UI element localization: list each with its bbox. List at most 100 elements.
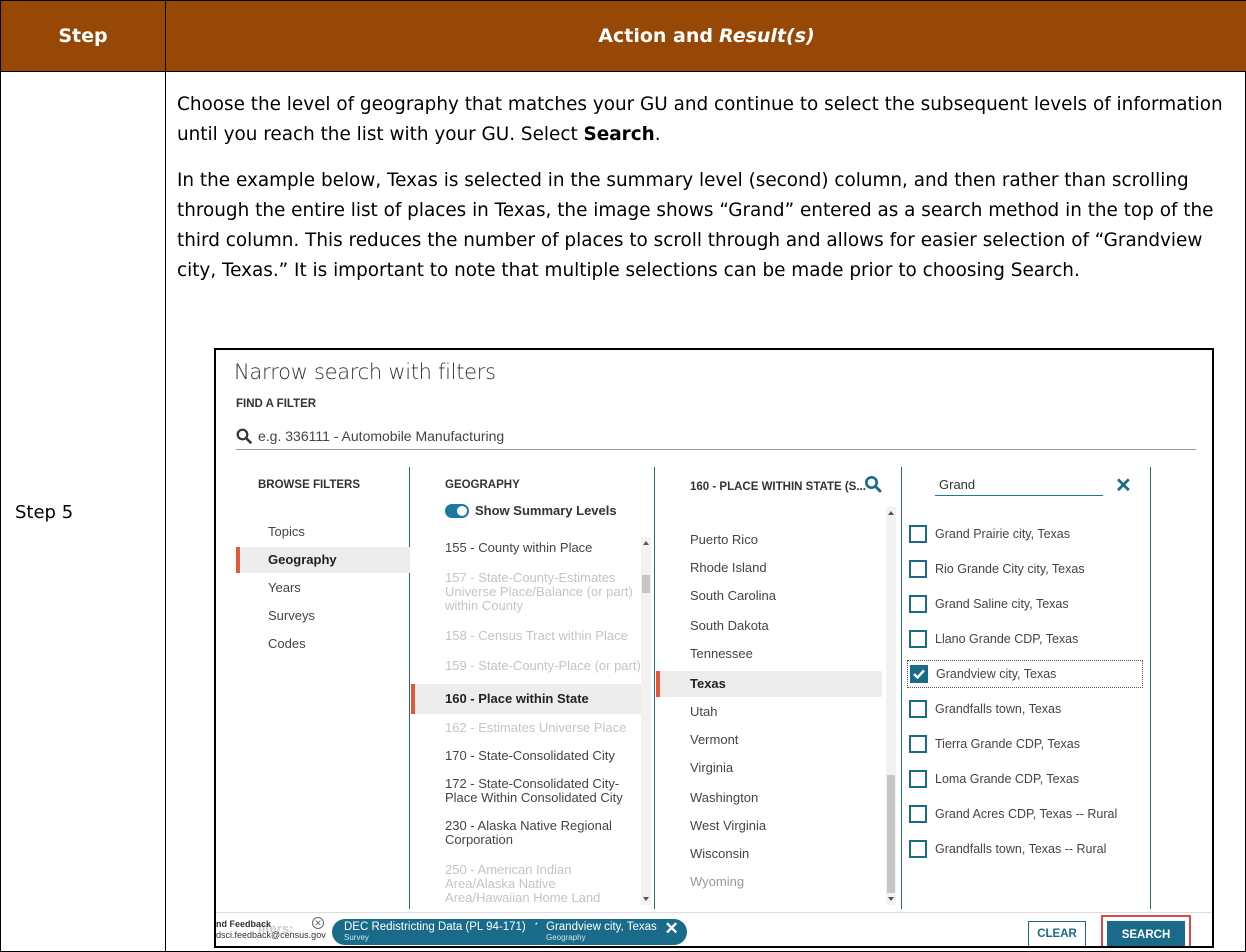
geography-scroll-thumb[interactable] [642,575,650,593]
browse-item-years[interactable]: Years [236,575,410,601]
table-header: Step Action and Result(s) [1,1,1246,71]
result-label: Rio Grande City city, Texas [935,562,1085,576]
result-label: Grandfalls town, Texas [935,702,1062,716]
checkbox[interactable] [909,560,927,578]
place-item[interactable]: Washington [656,785,882,811]
places-search-icon[interactable] [864,475,882,493]
browse-item-codes[interactable]: Codes [236,631,410,657]
summary-level-157[interactable]: 157 - State-County-Estimates Universe Pl… [411,571,641,613]
browse-item-geography[interactable]: Geography [236,547,410,573]
filter-screenshot: Narrow search with filters FIND A FILTER… [214,348,1214,948]
header-action: Action and Result(s) [166,1,1246,71]
result-item-grandview[interactable]: Grandview city, Texas [907,660,1143,688]
header-action-italic: Result(s) [719,25,815,47]
browse-filters-column: BROWSE FILTERS Topics Geography Years Su… [236,467,410,909]
place-item-texas[interactable]: Texas [656,671,882,697]
result-item[interactable]: Grandfalls town, Texas -- Rural [907,835,1143,863]
find-filter-label: FIND A FILTER [236,398,317,410]
browse-filters-heading: BROWSE FILTERS [258,479,361,491]
feedback-close-icon[interactable]: ✕ [312,917,324,929]
summary-levels-toggle[interactable]: Show Summary Levels [445,503,617,518]
place-item[interactable]: Tennessee [656,641,882,667]
para1-text: Choose the level of geography that match… [177,94,1223,145]
place-item[interactable]: Wisconsin [656,841,882,867]
result-item[interactable]: Grand Acres CDP, Texas -- Rural [907,800,1143,828]
browse-item-surveys[interactable]: Surveys [236,603,410,629]
summary-level-170[interactable]: 170 - State-Consolidated City [411,749,641,763]
feedback-link[interactable]: nd Feedback dsci.feedback@census.gov [216,919,326,941]
selected-filters-bar: ilters: nd Feedback dsci.feedback@census… [216,912,1212,946]
place-item[interactable]: South Carolina [656,583,882,609]
places-scrollbar[interactable] [886,507,896,905]
place-item[interactable]: Virginia [656,755,882,781]
toggle-label: Show Summary Levels [475,503,617,518]
result-item[interactable]: Grandfalls town, Texas [907,695,1143,723]
result-item[interactable]: Llano Grande CDP, Texas [907,625,1143,653]
place-item[interactable]: Utah [656,699,882,725]
panel-title: Narrow search with filters [234,360,496,384]
toggle-switch[interactable] [445,503,469,518]
result-item[interactable]: Tierra Grande CDP, Texas [907,730,1143,758]
checkbox[interactable] [909,840,927,858]
remove-chip-icon[interactable]: ✕ [665,920,679,937]
place-item[interactable]: South Dakota [656,613,882,639]
checkbox[interactable] [909,770,927,788]
chip-label: Grandview city, Texas [546,921,657,933]
geography-scrollbar[interactable] [641,537,651,905]
places-heading: 160 - PLACE WITHIN STATE (S... [690,481,866,493]
geography-column: GEOGRAPHY Show Summary Levels 155 - Coun… [411,467,655,909]
result-item[interactable]: Grand Prairie city, Texas [907,520,1143,548]
search-button[interactable]: SEARCH [1107,921,1185,946]
result-label: Grand Prairie city, Texas [935,527,1071,541]
search-icon [236,428,252,444]
summary-level-162[interactable]: 162 - Estimates Universe Place [411,721,641,735]
checkbox[interactable] [909,595,927,613]
filter-chip-survey[interactable]: DEC Redistricting Data (PL 94-171) Surve… [332,919,556,945]
browse-item-topics[interactable]: Topics [236,519,410,545]
summary-level-160[interactable]: 160 - Place within State [411,684,641,714]
checkbox[interactable] [909,805,927,823]
clear-search-icon[interactable]: ✕ [1115,473,1132,498]
summary-level-172[interactable]: 172 - State-Consolidated City-Place With… [411,777,641,805]
place-item[interactable]: Vermont [656,727,882,753]
search-button-highlight: SEARCH [1101,915,1191,946]
header-step: Step [58,25,108,47]
places-column: 160 - PLACE WITHIN STATE (S... Puerto Ri… [656,467,902,909]
find-filter-row [236,422,1196,450]
header-action-text: Action and [598,25,714,47]
summary-level-159[interactable]: 159 - State-County-Place (or part) [411,659,641,673]
place-item[interactable]: Puerto Rico [656,527,882,553]
result-label: Grandfalls town, Texas -- Rural [935,842,1107,856]
filter-chip-geography[interactable]: Grandview city, Texas Geography ✕ [534,919,687,945]
instruction-paragraph-2: In the example below, Texas is selected … [177,170,1214,281]
summary-level-250[interactable]: 250 - American Indian Area/Alaska Native… [411,863,641,905]
procedure-table: Step Action and Result(s) Step 5 Choose … [0,0,1246,952]
result-label: Tierra Grande CDP, Texas [935,737,1080,751]
result-item[interactable]: Rio Grande City city, Texas [907,555,1143,583]
checkbox-checked[interactable] [910,665,928,683]
summary-level-158[interactable]: 158 - Census Tract within Place [411,629,641,643]
checkbox[interactable] [909,630,927,648]
result-item[interactable]: Loma Grande CDP, Texas [907,765,1143,793]
place-item[interactable]: Rhode Island [656,555,882,581]
clear-button[interactable]: CLEAR [1028,921,1086,946]
checkbox[interactable] [909,525,927,543]
results-search-input[interactable]: Grand [935,476,1103,496]
result-label: Grand Saline city, Texas [935,597,1069,611]
place-item[interactable]: West Virginia [656,813,882,839]
chip-sublabel: Survey [344,933,369,942]
places-scroll-thumb[interactable] [887,775,895,893]
result-label: Grandview city, Texas [936,667,1057,681]
chip-label: DEC Redistricting Data (PL 94-171) [344,921,526,933]
checkbox[interactable] [909,700,927,718]
summary-level-230[interactable]: 230 - Alaska Native Regional Corporation [411,819,641,847]
find-filter-input[interactable] [258,427,758,444]
checkbox[interactable] [909,735,927,753]
para1-bold: Search [583,124,655,145]
summary-level-155[interactable]: 155 - County within Place [411,541,641,555]
place-item[interactable]: Wyoming [656,869,882,895]
chip-sublabel: Geography [546,933,586,942]
result-item[interactable]: Grand Saline city, Texas [907,590,1143,618]
results-column: Grand ✕ Grand Prairie city, Texas Rio Gr… [903,467,1151,909]
para1-end: . [654,124,661,145]
